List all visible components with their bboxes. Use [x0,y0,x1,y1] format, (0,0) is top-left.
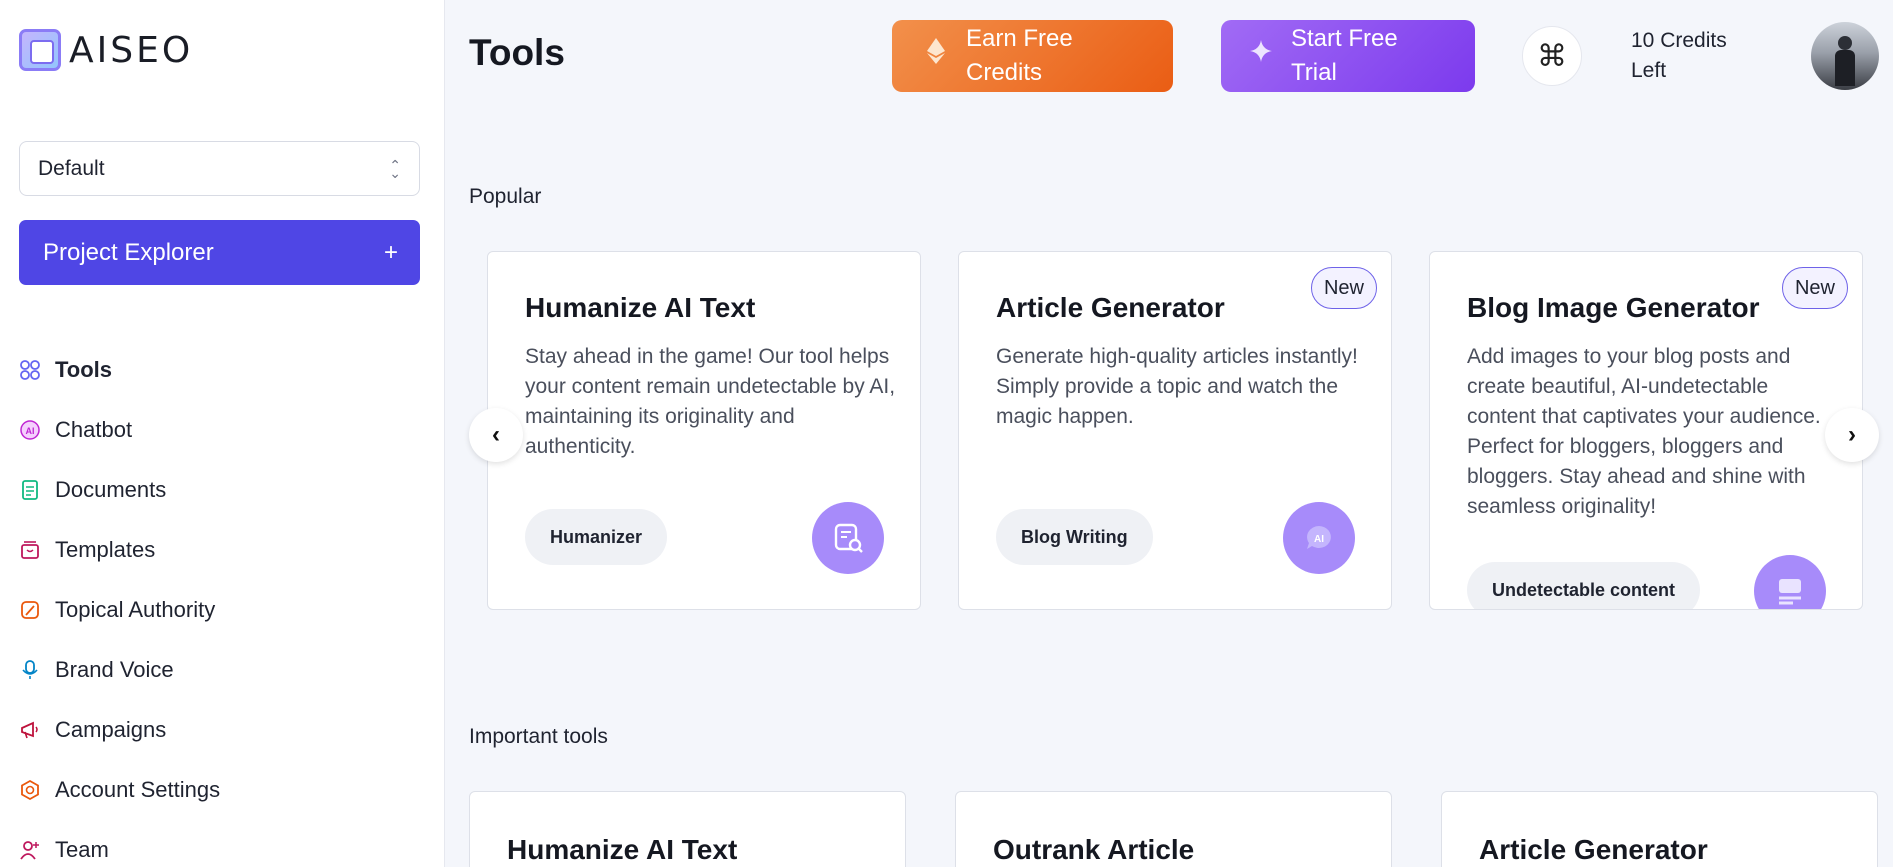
card-title: Blog Image Generator [1467,292,1760,323]
logo[interactable]: AISEO [19,29,193,71]
card-title: Article Generator [1479,834,1708,865]
credits-line-2: Left [1631,59,1667,82]
sidebar-item-label: Team [55,837,109,862]
start-free-trial-label: Start Free Trial [1291,22,1398,90]
chevron-right-icon: › [1848,421,1856,448]
sidebar-item-label: Documents [55,477,167,502]
command-palette-button[interactable]: ⌘ [1522,26,1582,86]
trial-line-2: Trial [1291,59,1337,86]
svg-text:AI: AI [26,426,35,436]
document-icon [19,479,41,501]
tool-card-humanize-ai-text[interactable]: Humanize AI Text Stay ahead in the game!… [487,251,921,610]
ai-chat-icon: AI [1283,502,1355,574]
sidebar-item-templates[interactable]: Templates [19,520,419,580]
sidebar-item-label: Topical Authority [55,597,216,622]
project-explorer-label: Project Explorer [43,238,214,266]
sidebar-item-tools[interactable]: Tools [19,340,419,400]
earn-free-credits-label: Earn Free Credits [966,22,1073,90]
gear-icon [19,779,41,801]
start-free-trial-button[interactable]: Start Free Trial [1221,20,1475,92]
megaphone-icon [19,719,41,741]
sidebar-item-chatbot[interactable]: AI Chatbot [19,400,419,460]
project-explorer-button[interactable]: Project Explorer + [19,220,420,285]
ethereum-icon [924,37,948,75]
card-tag[interactable]: Undetectable content [1467,562,1701,609]
new-badge: New [1310,267,1377,309]
sidebar-item-label: Templates [55,537,156,562]
sidebar-item-team[interactable]: Team [19,820,419,867]
card-description: Stay ahead in the game! Our tool helps y… [525,345,896,458]
plus-icon: + [383,238,398,266]
card-tag[interactable]: Humanizer [525,509,668,565]
ai-chat-icon: AI [19,419,41,441]
carousel-next-button[interactable]: › [1825,408,1879,462]
template-icon [19,539,41,561]
important-card-article-generator[interactable]: Article Generator [1441,791,1878,867]
popular-section-label: Popular [469,185,542,208]
chevron-updown-icon: ⌃ ⌄ [389,156,401,181]
logo-icon [19,29,61,71]
trial-line-1: Start Free [1291,25,1398,52]
card-tag[interactable]: Blog Writing [996,509,1153,565]
sidebar-item-label: Brand Voice [55,657,174,682]
tool-card-blog-image-generator[interactable]: New Blog Image Generator Add images to y… [1429,251,1863,610]
sidebar-item-label: Tools [55,357,113,382]
sidebar-nav: Tools AI Chatbot Documents Templates Top… [19,340,419,867]
important-card-outrank-article[interactable]: Outrank Article [955,791,1392,867]
user-add-icon [19,839,41,861]
sidebar-item-topical-authority[interactable]: Topical Authority [19,580,419,640]
credits-left: 10 Credits Left [1631,26,1761,86]
earn-free-credits-button[interactable]: Earn Free Credits [892,20,1173,92]
grid-icon [19,359,41,381]
card-description: Generate high-quality articles instantly… [996,345,1358,428]
sidebar-item-brand-voice[interactable]: Brand Voice [19,640,419,700]
sidebar-item-label: Chatbot [55,417,133,442]
logo-text: AISEO [69,29,194,71]
new-badge: New [1781,267,1848,309]
important-card-humanize-ai-text[interactable]: Humanize AI Text [469,791,906,867]
sidebar: AISEO Default ⌃ ⌄ Project Explorer + Tool… [0,0,445,867]
command-icon: ⌘ [1537,39,1567,73]
project-select[interactable]: Default ⌃ ⌄ [19,141,420,196]
card-title: Humanize AI Text [507,834,738,865]
card-title: Article Generator [996,292,1225,323]
carousel-prev-button[interactable]: ‹ [469,408,523,462]
important-tools-section-label: Important tools [469,725,608,748]
earn-line-1: Earn Free [966,25,1073,52]
page-title: Tools [469,32,565,73]
feather-icon [19,599,41,621]
card-title: Humanize AI Text [525,292,756,323]
credits-line-1: 10 Credits [1631,29,1727,52]
sidebar-item-account-settings[interactable]: Account Settings [19,760,419,820]
sidebar-item-campaigns[interactable]: Campaigns [19,700,419,760]
image-card-icon [1754,555,1826,609]
tool-card-article-generator[interactable]: New Article Generator Generate high-qual… [958,251,1392,610]
sidebar-item-label: Campaigns [55,717,167,742]
project-select-value: Default [38,156,105,180]
sidebar-item-label: Account Settings [55,777,221,802]
avatar[interactable] [1811,22,1879,90]
card-description: Add images to your blog posts and create… [1467,345,1821,518]
microphone-icon [19,659,41,681]
document-search-icon [812,502,884,574]
svg-text:AI: AI [1314,534,1324,545]
chevron-left-icon: ‹ [492,421,500,448]
sidebar-item-documents[interactable]: Documents [19,460,419,520]
earn-line-2: Credits [966,59,1043,86]
card-title: Outrank Article [993,834,1195,865]
sparkle-icon [1249,39,1273,73]
